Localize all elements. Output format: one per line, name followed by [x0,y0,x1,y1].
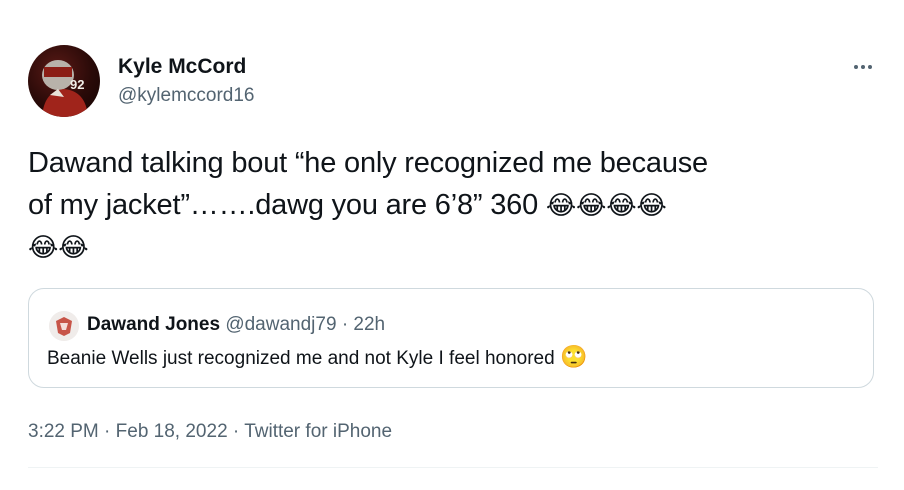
face-with-tears-of-joy-icon: 😂 [545,190,577,220]
author-avatar[interactable]: 92 [28,45,100,117]
tweet: 92 Kyle McCord @kylemccord16 Dawand talk… [0,0,904,490]
tweet-source[interactable]: Twitter for iPhone [244,421,392,442]
face-with-tears-of-joy-icon: 😂 [636,190,667,220]
tweet-text-line-3: 😂😂 [28,226,868,268]
quoted-tweet-time[interactable]: 22h [353,314,385,335]
face-with-tears-of-joy-icon: 😂 [28,232,59,262]
tweet-date[interactable]: Feb 18, 2022 [116,421,228,442]
author-name[interactable]: Kyle McCord [118,54,255,80]
face-with-rolling-eyes-icon: 🙄 [559,344,588,369]
divider [28,467,878,468]
tweet-time[interactable]: 3:22 PM [28,421,99,442]
author-handle[interactable]: @kylemccord16 [118,83,255,109]
tweet-text: Dawand talking bout “he only recognized … [28,142,868,268]
quoted-tweet-header: Dawand Jones @dawandj79 · 22h [87,311,385,339]
quoted-tweet-text: Beanie Wells just recognized me and not … [47,344,588,370]
more-horizontal-icon [853,65,874,69]
separator-dot: · [232,421,240,442]
tweet-text-line-2: of my jacket”…….dawg you are 6’8” 360 😂😂… [28,189,667,221]
tweet-timestamp: 3:22 PM · Feb 18, 2022 · Twitter for iPh… [28,418,392,446]
separator-dot: · [341,314,349,335]
tweet-text-line-1: Dawand talking bout “he only recognized … [28,147,708,179]
quoted-author-name[interactable]: Dawand Jones [87,314,220,335]
jersey-number: 92 [70,77,84,92]
face-with-tears-of-joy-icon: 😂 [576,190,607,220]
quoted-author-avatar[interactable] [49,311,79,341]
author-info: Kyle McCord @kylemccord16 [118,54,255,109]
quoted-tweet[interactable]: Dawand Jones @dawandj79 · 22h Beanie Wel… [28,288,874,388]
face-with-tears-of-joy-icon: 😂 [58,232,89,262]
separator-dot: · [104,421,111,442]
face-with-tears-of-joy-icon: 😂 [606,190,637,220]
more-options-button[interactable] [848,52,878,82]
quoted-author-handle[interactable]: @dawandj79 [225,314,336,335]
